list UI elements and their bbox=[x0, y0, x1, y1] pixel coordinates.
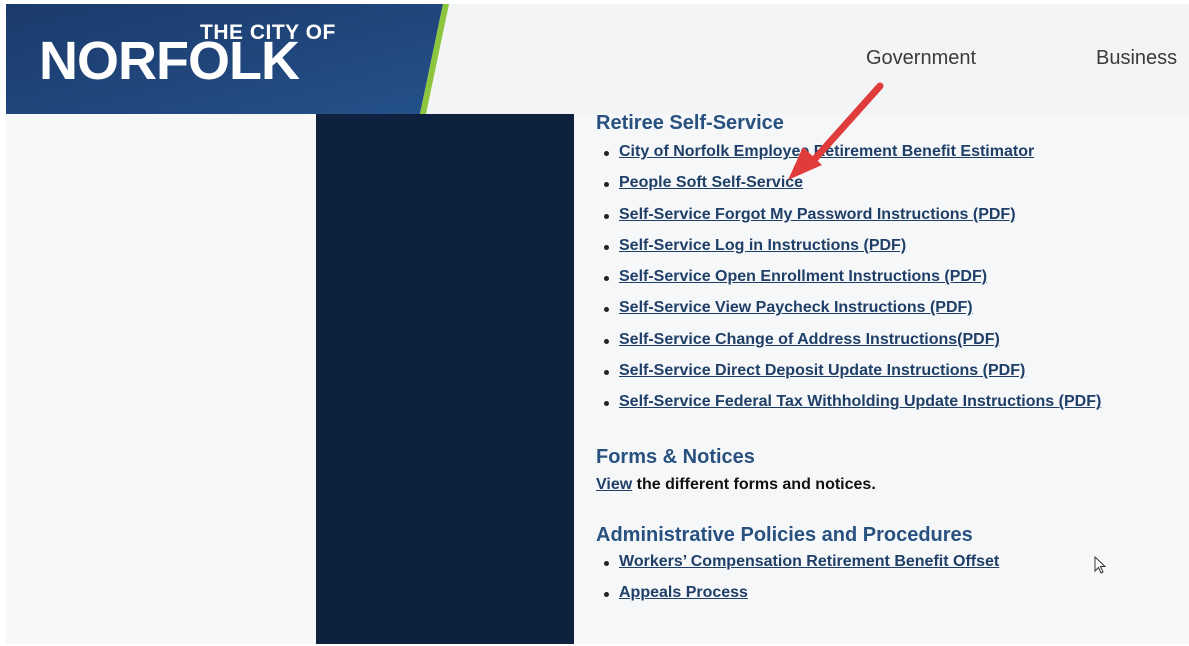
page-frame: THE CITY OF NORFOLK Government Business … bbox=[6, 4, 1189, 644]
list-item: Self-Service Change of Address Instructi… bbox=[604, 330, 1101, 361]
retirement-benefit-estimator-link[interactable]: City of Norfolk Employee Retirement Bene… bbox=[619, 143, 1034, 160]
dark-sidebar-panel bbox=[316, 114, 574, 644]
retiree-links-list: City of Norfolk Employee Retirement Bene… bbox=[604, 142, 1101, 424]
list-item: Self-Service Federal Tax Withholding Upd… bbox=[604, 392, 1101, 423]
forms-description-text: the different forms and notices. bbox=[632, 476, 876, 493]
list-item: People Soft Self-Service bbox=[604, 173, 1101, 204]
appeals-process-link[interactable]: Appeals Process bbox=[619, 584, 748, 601]
list-item: Workers’ Compensation Retirement Benefit… bbox=[604, 552, 999, 583]
list-item: Self-Service Open Enrollment Instruction… bbox=[604, 267, 1101, 298]
people-soft-self-service-link[interactable]: People Soft Self-Service bbox=[619, 174, 803, 191]
forgot-password-instructions-link[interactable]: Self-Service Forgot My Password Instruct… bbox=[619, 206, 1016, 223]
forms-notices-heading: Forms & Notices bbox=[596, 446, 755, 468]
view-forms-link[interactable]: View bbox=[596, 476, 632, 493]
admin-policies-heading: Administrative Policies and Procedures bbox=[596, 524, 973, 546]
nav-government[interactable]: Government bbox=[866, 48, 976, 68]
change-address-instructions-link[interactable]: Self-Service Change of Address Instructi… bbox=[619, 331, 1000, 348]
nav-business[interactable]: Business bbox=[1096, 48, 1177, 68]
site-header: THE CITY OF NORFOLK Government Business bbox=[6, 4, 1189, 114]
list-item: Self-Service Direct Deposit Update Instr… bbox=[604, 361, 1101, 392]
list-item: Appeals Process bbox=[604, 583, 999, 614]
workers-comp-offset-link[interactable]: Workers’ Compensation Retirement Benefit… bbox=[619, 553, 999, 570]
forms-description: View the different forms and notices. bbox=[596, 476, 876, 494]
mouse-pointer-icon bbox=[1094, 556, 1107, 574]
list-item: City of Norfolk Employee Retirement Bene… bbox=[604, 142, 1101, 173]
federal-tax-withholding-instructions-link[interactable]: Self-Service Federal Tax Withholding Upd… bbox=[619, 393, 1101, 410]
retiree-self-service-heading: Retiree Self-Service bbox=[596, 112, 784, 134]
login-instructions-link[interactable]: Self-Service Log in Instructions (PDF) bbox=[619, 237, 906, 254]
list-item: Self-Service Forgot My Password Instruct… bbox=[604, 205, 1101, 236]
policies-links-list: Workers’ Compensation Retirement Benefit… bbox=[604, 552, 999, 615]
direct-deposit-instructions-link[interactable]: Self-Service Direct Deposit Update Instr… bbox=[619, 362, 1025, 379]
list-item: Self-Service Log in Instructions (PDF) bbox=[604, 236, 1101, 267]
view-paycheck-instructions-link[interactable]: Self-Service View Paycheck Instructions … bbox=[619, 299, 973, 316]
list-item: Self-Service View Paycheck Instructions … bbox=[604, 298, 1101, 329]
open-enrollment-instructions-link[interactable]: Self-Service Open Enrollment Instruction… bbox=[619, 268, 987, 285]
logo-norfolk-text: NORFOLK bbox=[39, 31, 300, 91]
